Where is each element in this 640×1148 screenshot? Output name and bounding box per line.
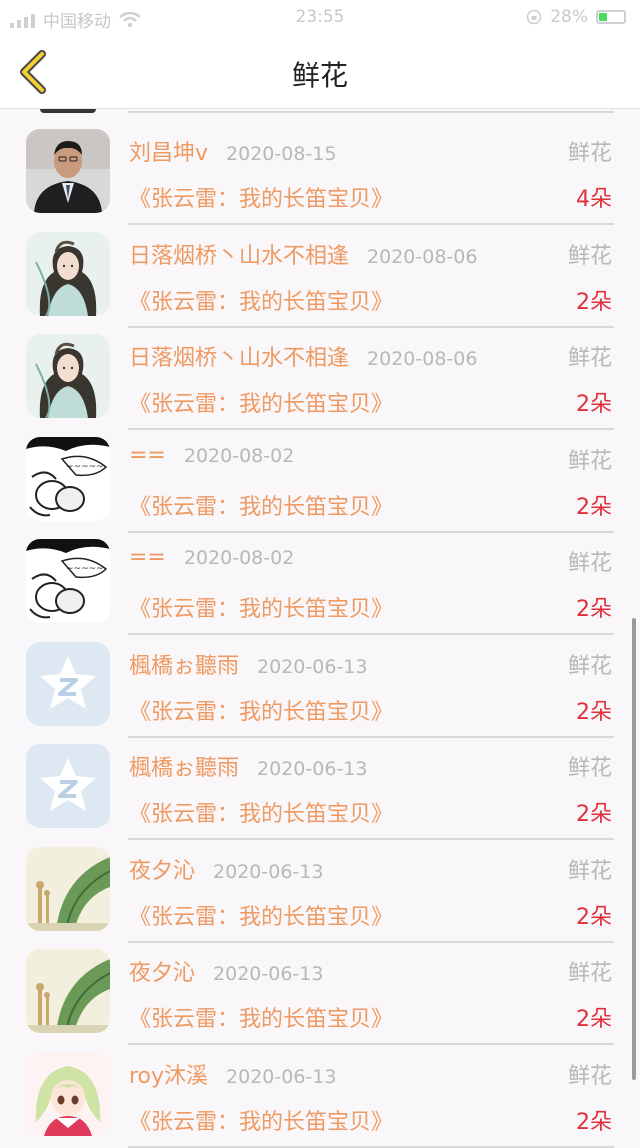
work-title[interactable]: 《张云雷：我的长笛宝贝》	[129, 796, 393, 828]
user-name[interactable]: ==	[129, 443, 166, 468]
leaf-giraffe-avatar-image	[26, 949, 110, 1033]
work-title[interactable]: 《张云雷：我的长笛宝贝》	[129, 1001, 393, 1033]
gift-type: 鲜花	[567, 448, 612, 474]
anime-girl-avatar[interactable]	[26, 1051, 110, 1136]
gift-date: 2020-08-06	[367, 245, 478, 268]
orientation-lock-icon	[526, 9, 542, 25]
gift-date: 2020-08-02	[183, 444, 295, 467]
qq-default-avatar-image	[26, 641, 110, 726]
qq-default-avatar[interactable]	[26, 744, 110, 828]
scrollbar[interactable]	[632, 618, 636, 1080]
gift-date: 2020-08-06	[367, 348, 478, 370]
leaf-giraffe-avatar[interactable]	[26, 949, 110, 1033]
gift-type: 鲜花	[567, 653, 612, 679]
gift-header: 夜夕沁 2020-06-13	[129, 955, 323, 987]
leaf-giraffe-avatar[interactable]	[26, 846, 110, 931]
gift-date: 2020-06-13	[226, 1065, 337, 1088]
work-title[interactable]: 《张云雷：我的长笛宝贝》	[129, 284, 393, 316]
gift-header: == 2020-08-02	[129, 545, 294, 570]
gift-row[interactable]: 夜夕沁 2020-06-13 鲜花 《张云雷：我的长笛宝贝》 2朵	[0, 827, 640, 943]
lady-painting-avatar-image	[26, 334, 110, 418]
gift-count: 2朵	[576, 1109, 612, 1135]
gift-row[interactable]: 刘昌坤v 2020-08-15 鲜花 《张云雷：我的长笛宝贝》 4朵	[0, 109, 640, 225]
battery-percent: 28%	[550, 7, 588, 27]
gift-type: 鲜花	[567, 756, 612, 781]
user-name[interactable]: ==	[129, 545, 166, 570]
gift-row[interactable]: ~~~~~ == 2020-08-02 鲜花 《张云雷：我的长笛宝贝》 2朵	[0, 417, 640, 533]
gift-date: 2020-06-13	[257, 758, 368, 780]
page-title: 鲜花	[291, 59, 348, 92]
man-suit-avatar[interactable]	[26, 129, 110, 213]
work-title[interactable]: 《张云雷：我的长笛宝贝》	[129, 181, 393, 213]
nav-bar: 鲜花	[0, 34, 640, 109]
row-divider	[128, 1145, 614, 1148]
cartoon-sketch-avatar[interactable]: ~~~~~	[26, 539, 110, 623]
user-name[interactable]: 楓橋ぉ聽雨	[129, 654, 239, 679]
gift-row[interactable]: 日落烟桥丶山水不相逢 2020-08-06 鲜花 《张云雷：我的长笛宝贝》 2朵	[0, 212, 640, 328]
gift-type: 鲜花	[567, 346, 612, 371]
gift-header: 楓橋ぉ聽雨 2020-06-13	[129, 648, 367, 680]
status-right: 28%	[526, 7, 626, 27]
gift-count: 2朵	[576, 699, 612, 725]
gift-header: 夜夕沁 2020-06-13	[129, 853, 323, 885]
battery-icon	[596, 10, 626, 24]
gift-header: roy沐溪 2020-06-13	[129, 1058, 336, 1090]
gift-count: 4朵	[576, 187, 612, 212]
work-title[interactable]: 《张云雷：我的长笛宝贝》	[129, 694, 393, 726]
gift-row[interactable]: 日落烟桥丶山水不相逢 2020-08-06 鲜花 《张云雷：我的长笛宝贝》 2朵	[0, 314, 640, 430]
lady-painting-avatar-image	[26, 231, 110, 316]
gift-row[interactable]: 夜夕沁 2020-06-13 鲜花 《张云雷：我的长笛宝贝》 2朵	[0, 929, 640, 1045]
gift-count: 2朵	[576, 392, 612, 417]
gift-count: 2朵	[576, 802, 612, 827]
man-suit-avatar-image	[26, 129, 110, 213]
gift-header: 日落烟桥丶山水不相逢 2020-08-06	[129, 340, 477, 372]
work-title[interactable]: 《张云雷：我的长笛宝贝》	[129, 489, 393, 521]
gift-count: 2朵	[576, 494, 612, 520]
work-title[interactable]: 《张云雷：我的长笛宝贝》	[129, 1104, 393, 1136]
status-bar: 中国移动 23:55 28%	[0, 0, 640, 34]
leaf-giraffe-avatar-image	[26, 846, 110, 931]
gift-count: 2朵	[576, 1007, 612, 1032]
cartoon-sketch-avatar[interactable]: ~~~~~	[26, 436, 110, 521]
anime-girl-avatar-image	[26, 1051, 110, 1136]
qq-default-avatar-image	[26, 744, 110, 828]
gift-type: 鲜花	[567, 243, 612, 269]
gift-header: 日落烟桥丶山水不相逢 2020-08-06	[129, 238, 477, 270]
qq-default-avatar[interactable]	[26, 641, 110, 726]
gift-row[interactable]: 楓橋ぉ聽雨 2020-06-13 鲜花 《张云雷：我的长笛宝贝》 2朵	[0, 724, 640, 840]
work-title[interactable]: 《张云雷：我的长笛宝贝》	[129, 591, 393, 623]
user-name[interactable]: 楓橋ぉ聽雨	[129, 756, 239, 781]
gift-count: 2朵	[576, 597, 612, 622]
work-title[interactable]: 《张云雷：我的长笛宝贝》	[129, 386, 393, 418]
cartoon-sketch-avatar-image: ~~~~~	[26, 436, 110, 521]
gift-date: 2020-08-15	[226, 143, 337, 165]
gift-type: 鲜花	[567, 961, 612, 986]
user-name[interactable]: roy沐溪	[129, 1064, 208, 1089]
user-name[interactable]: 夜夕沁	[129, 961, 195, 986]
gift-type: 鲜花	[567, 141, 612, 166]
user-name[interactable]: 刘昌坤v	[129, 141, 208, 166]
gift-row[interactable]: ~~~~~ == 2020-08-02 鲜花 《张云雷：我的长笛宝贝》 2朵	[0, 519, 640, 635]
lady-painting-avatar[interactable]	[26, 334, 110, 418]
lady-painting-avatar[interactable]	[26, 231, 110, 316]
gift-header: == 2020-08-02	[129, 443, 294, 468]
gift-header: 刘昌坤v 2020-08-15	[129, 135, 336, 167]
gift-count: 2朵	[576, 289, 612, 315]
gift-header: 楓橋ぉ聽雨 2020-06-13	[129, 750, 367, 782]
gift-row[interactable]: 楓橋ぉ聽雨 2020-06-13 鲜花 《张云雷：我的长笛宝贝》 2朵	[0, 622, 640, 738]
gift-date: 2020-06-13	[213, 860, 324, 883]
cartoon-sketch-avatar-image: ~~~~~	[26, 539, 110, 623]
work-title[interactable]: 《张云雷：我的长笛宝贝》	[129, 899, 393, 931]
user-name[interactable]: 日落烟桥丶山水不相逢	[129, 244, 349, 269]
gift-row[interactable]: roy沐溪 2020-06-13 鲜花 《张云雷：我的长笛宝贝》 2朵	[0, 1032, 640, 1148]
user-name[interactable]: 日落烟桥丶山水不相逢	[129, 346, 349, 371]
gift-count: 2朵	[576, 904, 612, 930]
user-name[interactable]: 夜夕沁	[129, 859, 195, 884]
gift-type: 鲜花	[567, 858, 612, 884]
gift-date: 2020-08-02	[183, 547, 295, 569]
gift-date: 2020-06-13	[257, 655, 368, 678]
gift-type: 鲜花	[567, 1063, 612, 1089]
gift-type: 鲜花	[567, 551, 612, 576]
gift-date: 2020-06-13	[213, 963, 324, 985]
